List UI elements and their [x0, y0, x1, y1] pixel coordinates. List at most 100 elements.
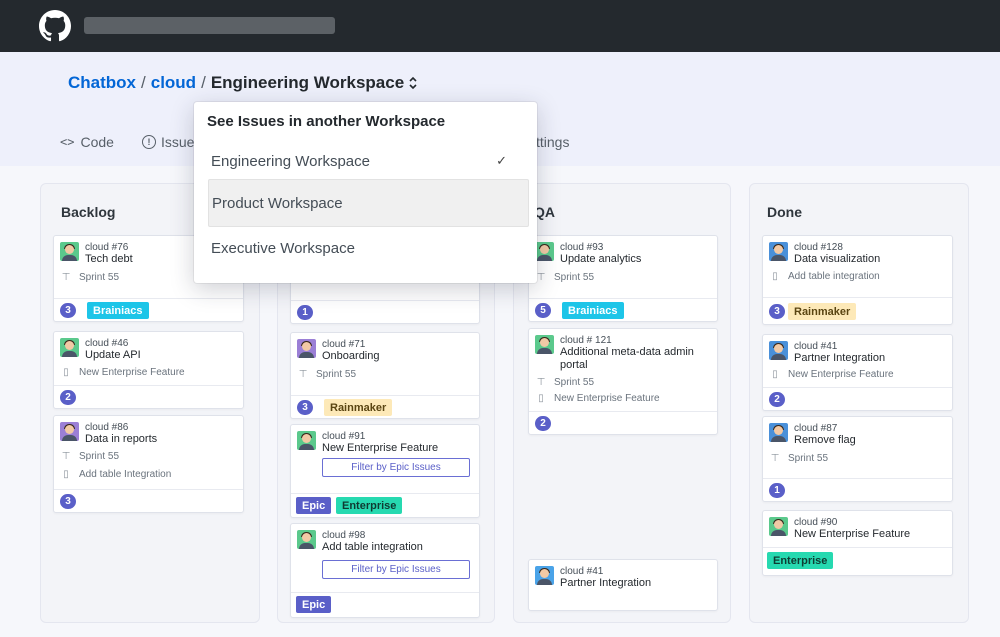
comment-count: 2 [535, 416, 551, 431]
issues-icon: ! [142, 135, 156, 149]
issue-card[interactable]: cloud #87 Remove flag ⊤ Sprint 55 1 [762, 416, 953, 502]
breadcrumb-separator: / [201, 73, 206, 92]
sprint-label: Sprint 55 [788, 452, 829, 464]
issue-title[interactable]: Remove flag [794, 434, 856, 447]
comment-count: 5 [535, 303, 551, 318]
epic-icon: ▯ [772, 270, 778, 282]
issue-id: cloud #76 [85, 242, 129, 253]
github-logo-icon[interactable] [39, 10, 71, 42]
tab-settings[interactable]: ttings [536, 134, 569, 150]
comment-count: 3 [769, 304, 785, 319]
issue-title[interactable]: Partner Integration [794, 352, 885, 365]
epic-card[interactable]: cloud #91 New Enterprise Feature Filter … [290, 424, 480, 518]
comment-count: 3 [60, 303, 76, 318]
avatar [297, 431, 316, 450]
issue-card[interactable]: cloud #128 Data visualization ▯ Add tabl… [762, 235, 953, 325]
search-bar[interactable] [84, 17, 335, 34]
issue-title[interactable]: Update analytics [560, 253, 641, 266]
issue-title[interactable]: Add table integration [322, 541, 423, 554]
avatar [297, 530, 316, 549]
issue-card[interactable]: cloud # 121 Additional meta-data admin p… [528, 328, 718, 435]
epic-meta: ▯ Add table integration [769, 270, 880, 282]
issue-title[interactable]: Additional meta-data admin portal [560, 346, 710, 372]
issue-title[interactable]: New Enterprise Feature [794, 528, 910, 541]
issue-title[interactable]: Update API [85, 349, 141, 362]
issue-title[interactable]: Data visualization [794, 253, 880, 266]
issue-id: cloud #86 [85, 422, 129, 433]
workspace-option-engineering[interactable]: Engineering Workspace ✓ [208, 137, 529, 185]
epic-meta: ▯ Add table Integration [60, 468, 171, 480]
tab-code[interactable]: <> Code [60, 134, 114, 150]
team-label[interactable]: Rainmaker [788, 303, 857, 320]
issue-card[interactable]: cloud #41 Partner Integration ▯ New Ente… [762, 334, 953, 411]
avatar [535, 242, 554, 261]
sprint-meta: ⊤ Sprint 55 [297, 368, 356, 380]
filter-epic-button[interactable]: Filter by Epic Issues [322, 458, 470, 477]
issue-id: cloud #41 [560, 566, 604, 577]
team-label[interactable]: Rainmaker [324, 399, 393, 416]
issue-title[interactable]: Data in reports [85, 433, 157, 446]
issue-card[interactable]: cloud #41 Partner Integration [528, 559, 718, 611]
epic-card[interactable]: cloud #98 Add table integration Filter b… [290, 523, 480, 618]
team-label[interactable]: Enterprise [336, 497, 403, 514]
team-label[interactable]: Brainiacs [87, 302, 149, 319]
filter-epic-button[interactable]: Filter by Epic Issues [322, 560, 470, 579]
sprint-meta: ⊤ Sprint 55 [535, 271, 594, 283]
column-qa: QA cloud #93 Update analytics ⊤ Sprint 5… [513, 183, 731, 623]
workspace-option-executive[interactable]: Executive Workspace [208, 224, 529, 272]
breadcrumb-repo[interactable]: cloud [151, 73, 196, 93]
sprint-label: Sprint 55 [554, 376, 595, 388]
breadcrumb-owner[interactable]: Chatbox [68, 73, 136, 93]
avatar [297, 339, 316, 358]
top-bar [0, 0, 1000, 52]
issue-title[interactable]: Tech debt [85, 253, 133, 266]
tab-issues-label: Issue [161, 134, 195, 150]
avatar [535, 335, 554, 354]
epic-label[interactable]: Epic [296, 596, 332, 613]
issue-id: cloud #128 [794, 242, 843, 253]
sprint-meta: ⊤ Sprint 55 [60, 450, 119, 462]
column-title: QA [534, 204, 555, 220]
comment-count: 3 [297, 400, 313, 415]
issue-card[interactable]: cloud #93 Update analytics ⊤ Sprint 55 5… [528, 235, 718, 322]
avatar [769, 423, 788, 442]
workspace-selector[interactable]: Engineering Workspace [211, 73, 418, 93]
issue-card[interactable]: cloud #71 Onboarding ⊤ Sprint 55 3 Rainm… [290, 332, 480, 419]
workspace-option-product[interactable]: Product Workspace [208, 179, 529, 227]
comment-count: 2 [60, 390, 76, 405]
issue-id: cloud #93 [560, 242, 604, 253]
sprint-icon: ⊤ [536, 376, 546, 388]
sprint-label: Sprint 55 [316, 368, 357, 380]
issue-id: cloud #90 [794, 517, 838, 528]
issue-card[interactable]: cloud #86 Data in reports ⊤ Sprint 55 ▯ … [53, 415, 244, 513]
tab-code-label: Code [80, 134, 114, 150]
comment-count: 2 [769, 392, 785, 407]
issue-id: cloud #41 [794, 341, 838, 352]
issue-title[interactable]: New Enterprise Feature [322, 442, 438, 455]
comment-count: 1 [769, 483, 785, 498]
team-label[interactable]: Brainiacs [562, 302, 624, 319]
issue-card[interactable]: cloud #46 Update API ▯ New Enterprise Fe… [53, 331, 244, 409]
issue-title[interactable]: Partner Integration [560, 577, 651, 590]
avatar [60, 422, 79, 441]
epic-label[interactable]: Epic [296, 497, 332, 514]
issue-id: cloud #46 [85, 338, 129, 349]
epic-label: New Enterprise Feature [554, 392, 660, 404]
sprint-icon: ⊤ [61, 450, 71, 462]
issue-title[interactable]: Onboarding [322, 350, 380, 363]
sprint-meta: ⊤ Sprint 55 [60, 271, 119, 283]
team-label[interactable]: Enterprise [767, 552, 834, 569]
sprint-label: Sprint 55 [79, 450, 120, 462]
avatar [769, 517, 788, 536]
avatar [769, 242, 788, 261]
workspace-option-label: Product Workspace [212, 194, 343, 212]
issue-card[interactable]: cloud #90 New Enterprise Feature Enterpr… [762, 510, 953, 576]
column-title: Backlog [61, 204, 116, 220]
workspace-dropdown: See Issues in another Workspace Engineer… [194, 102, 537, 283]
tab-issues[interactable]: ! Issue [142, 134, 194, 150]
comment-count: 1 [297, 305, 313, 320]
epic-meta: ▯ New Enterprise Feature [769, 368, 893, 380]
avatar [535, 566, 554, 585]
avatar [60, 338, 79, 357]
epic-icon: ▯ [63, 468, 69, 480]
